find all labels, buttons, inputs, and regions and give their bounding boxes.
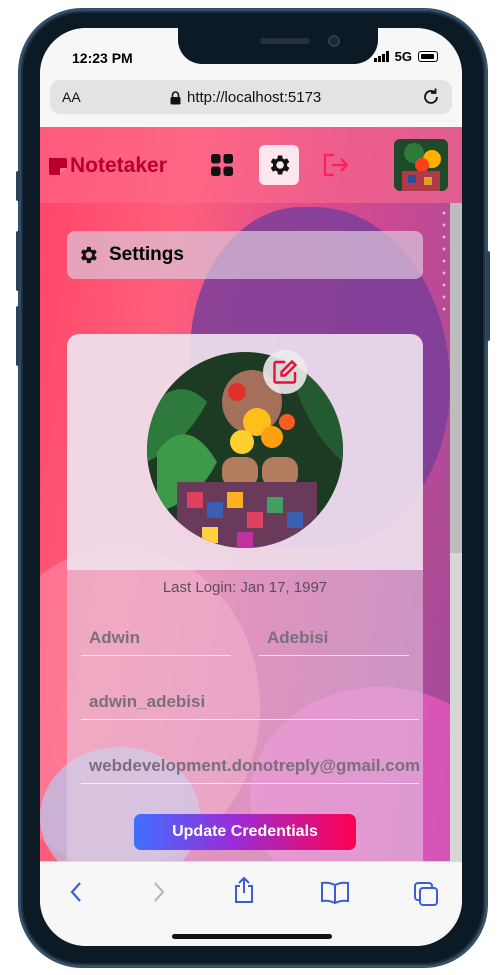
logout-icon [323, 153, 349, 177]
profile-photo [147, 352, 343, 548]
settings-nav-button[interactable] [259, 145, 299, 185]
profile-card-header [67, 334, 423, 570]
last-name-field[interactable]: Adebisi [259, 620, 409, 656]
first-name-field[interactable]: Adwin [81, 620, 231, 656]
status-time: 12:23 PM [72, 50, 133, 66]
update-credentials-button[interactable]: Update Credentials [134, 814, 356, 850]
scrollbar[interactable] [450, 203, 462, 861]
bookmarks-icon[interactable] [320, 880, 350, 904]
reload-icon[interactable] [420, 86, 442, 108]
lock-icon [170, 90, 181, 104]
back-icon[interactable] [66, 880, 88, 904]
battery-icon [418, 51, 438, 62]
avatar-photo [394, 139, 448, 191]
text-size-button[interactable]: AA [62, 89, 81, 105]
phone-screen: 12:23 PM 5G AA http://localhost:5173 Not… [40, 28, 462, 946]
url-text[interactable]: http://localhost:5173 [187, 89, 321, 106]
decorative-dots [440, 207, 448, 317]
mute-switch [16, 171, 20, 201]
volume-down-button [16, 306, 20, 366]
tabs-icon[interactable] [412, 880, 440, 906]
gear-icon [270, 155, 290, 175]
speaker [260, 38, 310, 44]
profile-card: Last Login: Jan 17, 1997 Adwin Adebisi a… [67, 334, 423, 861]
volume-up-button [16, 231, 20, 291]
logout-button[interactable] [316, 145, 356, 185]
logo-text: Notetaker [70, 154, 167, 177]
note-logo-icon [49, 158, 67, 175]
app-logo[interactable]: Notetaker [48, 154, 167, 178]
power-button [486, 251, 490, 341]
dashboard-button[interactable] [202, 145, 242, 185]
share-icon[interactable] [232, 876, 256, 904]
scrollbar-thumb[interactable] [450, 203, 462, 553]
camera [328, 35, 340, 47]
last-login-text: Last Login: Jan 17, 1997 [162, 579, 328, 596]
edit-icon [273, 359, 298, 384]
web-app: Notetaker Settings Last Login: Jan 17, 1… [40, 127, 462, 861]
settings-header: Settings [67, 231, 423, 279]
edit-photo-button[interactable] [263, 350, 307, 394]
network-label: 5G [394, 49, 412, 64]
grid-icon [211, 154, 233, 176]
gear-icon [81, 246, 97, 264]
home-indicator[interactable] [172, 934, 332, 939]
address-bar[interactable]: AA http://localhost:5173 [50, 80, 452, 114]
signal-icon [373, 51, 389, 62]
page-title: Settings [109, 244, 184, 265]
top-navbar: Notetaker [40, 127, 462, 203]
email-field[interactable]: webdevelopment.donotreply@gmail.com [81, 748, 420, 784]
notch [178, 28, 378, 64]
username-field[interactable]: adwin_adebisi [81, 684, 419, 720]
user-avatar[interactable] [394, 139, 448, 191]
forward-icon[interactable] [147, 880, 169, 904]
profile-image [147, 352, 343, 548]
